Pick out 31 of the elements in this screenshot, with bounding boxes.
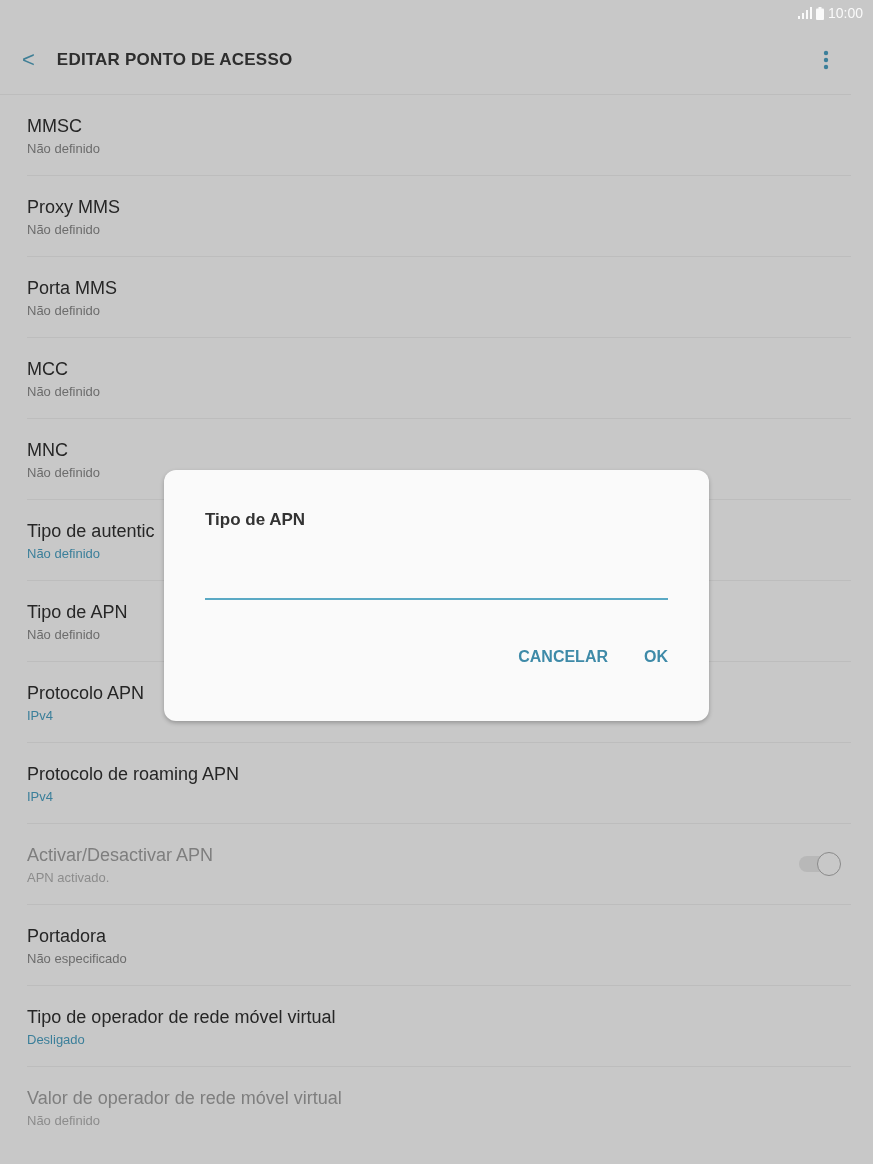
setting-value: IPv4 — [27, 708, 53, 723]
setting-value: Não definido — [27, 384, 100, 399]
more-options-icon[interactable] — [823, 50, 829, 70]
setting-value: Não especificado — [27, 951, 127, 966]
setting-value: APN activado. — [27, 870, 110, 885]
dialog-button[interactable]: OK — [644, 648, 668, 666]
setting-value: Não definido — [27, 627, 100, 642]
setting-title[interactable]: MMSC — [27, 116, 82, 137]
page-title: EDITAR PONTO DE ACESSO — [56, 50, 294, 70]
setting-value: Não definido — [27, 141, 100, 156]
setting-title[interactable]: Protocolo APN — [27, 683, 145, 704]
setting-value: Não definido — [27, 546, 100, 561]
setting-value: IPv4 — [27, 789, 53, 804]
setting-value: Não definido — [27, 465, 100, 480]
setting-title[interactable]: Tipo de operador de rede móvel virtual — [27, 1007, 336, 1028]
setting-value: Não definido — [27, 1113, 100, 1128]
setting-title[interactable]: Tipo de APN — [27, 602, 128, 623]
setting-value: Não definido — [27, 222, 100, 237]
setting-title[interactable]: Portadora — [27, 926, 107, 947]
setting-title[interactable]: Proxy MMS — [27, 197, 120, 218]
setting-value: Não definido — [27, 303, 100, 318]
dialog-button[interactable]: CANCELAR — [518, 648, 608, 666]
signal-icon — [797, 7, 812, 19]
setting-title[interactable]: MNC — [27, 440, 68, 461]
setting-title[interactable]: Porta MMS — [27, 278, 118, 299]
setting-title[interactable]: MCC — [27, 359, 68, 380]
battery-icon — [815, 6, 824, 20]
dialog-title: Tipo de APN — [205, 510, 306, 530]
setting-value: Desligado — [27, 1032, 85, 1047]
setting-title[interactable]: Protocolo de roaming APN — [27, 764, 240, 785]
setting-title[interactable]: Tipo de autentic — [27, 521, 155, 542]
